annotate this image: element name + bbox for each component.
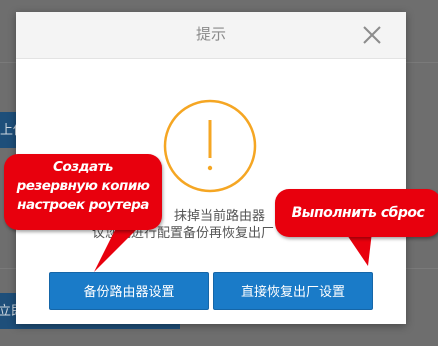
reset-callout: Выполнить сброс (275, 189, 438, 237)
backup-callout-line1: Создать (53, 159, 113, 175)
backup-callout-line3: настроек роутера (17, 197, 149, 213)
dialog-header: 提示 (16, 12, 406, 59)
exclamation-circle-icon (162, 98, 258, 194)
close-icon[interactable] (360, 23, 384, 47)
factory-reset-button[interactable]: 直接恢复出厂设置 (213, 272, 373, 310)
backup-callout: Создать резервную копию настроек роутера (4, 154, 162, 230)
backup-callout-line2: резервную копию (16, 178, 150, 194)
dialog-title: 提示 (195, 26, 226, 43)
backup-settings-button[interactable]: 备份路由器设置 (49, 272, 209, 310)
